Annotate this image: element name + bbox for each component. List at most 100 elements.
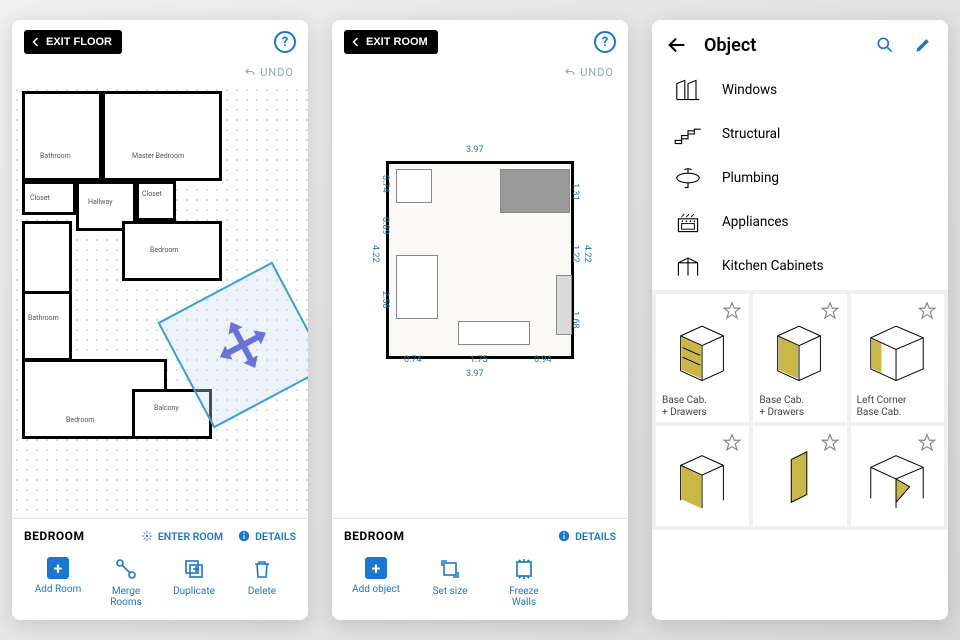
plus-icon: + [365,557,387,579]
dimension: 4.22 [370,245,380,263]
category-windows[interactable]: Windows [652,68,948,112]
exit-room-button[interactable]: EXIT ROOM [344,30,438,54]
category-appliances[interactable]: Appliances [652,200,948,244]
back-button[interactable] [666,34,688,56]
set-size-button[interactable]: Set size [424,557,476,608]
object-card[interactable] [851,426,944,526]
resize-icon [438,557,462,581]
browser-title: Object [704,35,858,56]
room-title: BEDROOM [344,529,404,543]
freeze-walls-label: Freeze Walls [509,586,539,608]
favorite-button[interactable] [819,300,841,322]
windows-icon [672,76,704,104]
pencil-icon [913,35,933,55]
undo-label: UNDO [260,66,294,79]
undo-button[interactable]: UNDO [332,64,628,85]
star-icon [916,432,938,454]
chevron-left-icon [350,36,362,48]
details-button[interactable]: DETAILS [557,529,616,543]
room-bottombar: BEDROOM DETAILS + Add object Set size Fr… [332,518,628,620]
dimension: 1.68 [570,311,580,329]
cabinet-icon [672,252,704,280]
dimension: 0.89 [380,217,390,235]
undo-icon [243,67,257,79]
favorite-button[interactable] [721,432,743,454]
room-label: Master Bedroom [132,153,184,160]
floor-editor-screen: EXIT FLOOR ? UNDO Bathroom Master Bedroo… [12,20,308,620]
category-kitchen-cabinets[interactable]: Kitchen Cabinets [652,244,948,288]
room-label: Hallway [88,199,113,206]
favorite-button[interactable] [819,432,841,454]
object-card[interactable]: Left Corner Base Cab. [851,294,944,422]
search-icon [875,35,895,55]
duplicate-label: Duplicate [173,586,215,597]
category-label: Kitchen Cabinets [722,258,824,274]
enter-room-button[interactable]: ENTER ROOM [140,529,223,543]
room-canvas[interactable]: 3.97 3.97 4.22 4.22 0.74 0.89 2.58 1.31 … [332,85,628,518]
undo-button[interactable]: UNDO [12,64,308,85]
enter-room-icon [140,529,154,543]
card-label: Base Cab. + Drawers [759,395,840,418]
add-object-button[interactable]: + Add object [350,557,402,608]
merge-icon [114,557,138,581]
room-editor-screen: EXIT ROOM ? UNDO 3.97 3.97 4.22 4.22 0.7… [332,20,628,620]
dimension: 4.22 [582,245,592,263]
favorite-button[interactable] [916,300,938,322]
delete-label: Delete [248,586,276,597]
room-label: Bedroom [66,417,94,424]
category-label: Windows [722,82,777,98]
details-button[interactable]: DETAILS [237,529,296,543]
exit-room-label: EXIT ROOM [366,36,428,48]
info-icon [557,529,571,543]
stairs-icon [672,120,704,148]
help-icon[interactable]: ? [594,31,616,53]
object-card[interactable] [753,426,846,526]
undo-icon [563,67,577,79]
add-room-label: Add Room [35,584,82,595]
plus-icon: + [47,557,69,579]
delete-button[interactable]: Delete [236,557,288,608]
details-label: DETAILS [575,530,616,543]
favorite-button[interactable] [721,300,743,322]
category-list: Windows Structural Plumbing Appliances K… [652,66,948,290]
duplicate-button[interactable]: Duplicate [168,557,220,608]
object-card[interactable] [656,426,749,526]
help-icon[interactable]: ? [274,31,296,53]
room-plan: 3.97 3.97 4.22 4.22 0.74 0.89 2.58 1.31 … [370,145,590,375]
category-label: Structural [722,126,780,142]
add-room-button[interactable]: + Add Room [32,557,84,608]
move-arrows-icon [202,304,283,385]
star-icon [721,300,743,322]
freeze-icon [512,557,536,581]
edit-button[interactable] [912,34,934,56]
undo-label: UNDO [580,66,614,79]
info-icon [237,529,251,543]
star-icon [819,300,841,322]
selected-room-title: BEDROOM [24,529,84,543]
stove-icon [672,208,704,236]
exit-floor-button[interactable]: EXIT FLOOR [24,30,122,54]
topbar: EXIT ROOM ? [332,20,628,64]
favorite-button[interactable] [916,432,938,454]
search-button[interactable] [874,34,896,56]
room-label: Bedroom [150,247,178,254]
category-structural[interactable]: Structural [652,112,948,156]
trash-icon [250,557,274,581]
dimension: 0.94 [534,355,552,365]
floor-canvas[interactable]: Bathroom Master Bedroom Hallway Closet C… [12,85,308,518]
dimension: 3.97 [466,369,484,379]
card-label: Left Corner Base Cab. [857,395,938,418]
object-card[interactable]: Base Cab. + Drawers [656,294,749,422]
object-card[interactable]: Base Cab. + Drawers [753,294,846,422]
category-plumbing[interactable]: Plumbing [652,156,948,200]
merge-rooms-button[interactable]: Merge Rooms [100,557,152,608]
star-icon [916,300,938,322]
room-label: Closet [30,195,50,202]
floor-bottombar: BEDROOM ENTER ROOM DETAILS + Add Room Me… [12,518,308,620]
arrow-left-icon [666,34,688,56]
object-cards: Base Cab. + Drawers Base Cab. + Drawers … [652,290,948,530]
duplicate-icon [182,557,206,581]
freeze-walls-button[interactable]: Freeze Walls [498,557,550,608]
dimension: 0.74 [380,175,390,193]
room-label: Bathroom [28,315,59,322]
